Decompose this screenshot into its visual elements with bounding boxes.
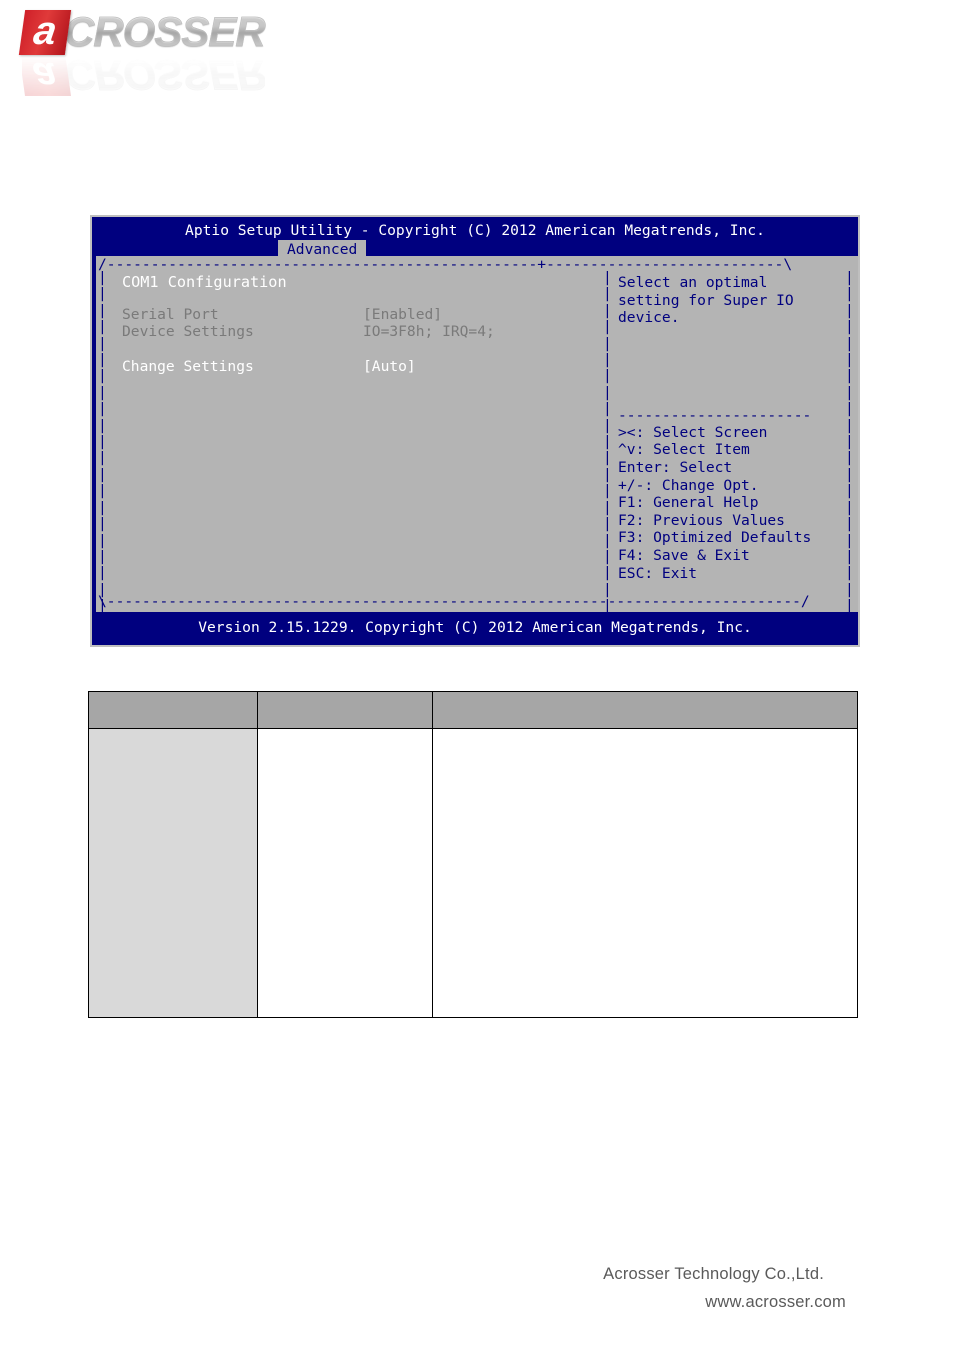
logo-reflection: a CROSSER bbox=[18, 52, 265, 100]
setting-label-serial-port: Serial Port bbox=[122, 305, 219, 323]
nav-key-select-item: ^v: Select Item bbox=[618, 441, 750, 459]
page-footer: Acrosser Technology Co.,Ltd. www.acrosse… bbox=[603, 1265, 846, 1312]
row-spacer bbox=[122, 341, 592, 358]
setting-row-device-settings: Device Settings IO=3F8h; IRQ=4; bbox=[122, 323, 592, 341]
frame-left-border: | | | | | | | | | | | | | | | | | | | | … bbox=[98, 269, 107, 615]
table-header-cell-2 bbox=[257, 691, 433, 729]
setting-value-serial-port: [Enabled] bbox=[363, 305, 443, 323]
settings-pane: COM1 Configuration Serial Port [Enabled]… bbox=[122, 273, 592, 376]
table-cell-1 bbox=[88, 728, 258, 1018]
bios-version-text: Version 2.15.1229. Copyright (C) 2012 Am… bbox=[198, 619, 752, 636]
footer-company-name: Acrosser Technology Co.,Ltd. bbox=[603, 1265, 824, 1283]
help-pane: Select an optimal setting for Super IO d… bbox=[618, 274, 850, 582]
bios-setup-screenshot: Aptio Setup Utility - Copyright (C) 2012… bbox=[90, 215, 860, 647]
logo-main: a CROSSER bbox=[18, 8, 266, 56]
logo-wordmark: CROSSER bbox=[64, 8, 266, 56]
setting-label-change-settings: Change Settings bbox=[122, 357, 254, 375]
frame-divider-border: | | | | | | | | | | | | | | | | | | | | … bbox=[603, 269, 612, 615]
bios-title: Aptio Setup Utility - Copyright (C) 2012… bbox=[185, 222, 765, 239]
table-row bbox=[88, 728, 858, 1018]
frame-bottom-border: \---------------------------------------… bbox=[98, 593, 810, 610]
bios-title-bar: Aptio Setup Utility - Copyright (C) 2012… bbox=[92, 217, 858, 261]
logo-a-mark: a bbox=[18, 9, 72, 55]
logo-a-mark-reflection: a bbox=[18, 52, 72, 99]
bios-status-bar: Version 2.15.1229. Copyright (C) 2012 Am… bbox=[92, 612, 858, 645]
table-header-row bbox=[88, 691, 858, 729]
setting-row-change-settings[interactable]: Change Settings [Auto] bbox=[122, 358, 592, 376]
nav-key-f4-save-exit: F4: Save & Exit bbox=[618, 546, 750, 564]
bios-content-area: /---------------------------------------… bbox=[96, 256, 858, 615]
help-separator: ---------------------- bbox=[618, 406, 812, 424]
nav-key-esc-exit: ESC: Exit bbox=[618, 564, 698, 582]
table-cell-2 bbox=[257, 728, 433, 1018]
nav-key-f1-general-help: F1: General Help bbox=[618, 494, 759, 512]
logo-wordmark-reflection: CROSSER bbox=[64, 52, 265, 100]
acrosser-logo: a CROSSER a CROSSER bbox=[18, 8, 322, 99]
setting-value-change-settings[interactable]: [Auto] bbox=[363, 358, 416, 376]
table-header-cell-1 bbox=[88, 691, 258, 729]
section-title-com1-configuration: COM1 Configuration bbox=[122, 273, 287, 291]
help-description: Select an optimal setting for Super IO d… bbox=[618, 274, 794, 327]
setting-row-serial-port[interactable]: Serial Port [Enabled] bbox=[122, 306, 592, 324]
frame-top-border: /---------------------------------------… bbox=[98, 256, 793, 273]
nav-key-change-opt: +/-: Change Opt. bbox=[618, 476, 759, 494]
nav-key-select-screen: ><: Select Screen bbox=[618, 423, 768, 441]
table-cell-3 bbox=[432, 728, 858, 1018]
nav-key-enter-select: Enter: Select bbox=[618, 458, 733, 476]
nav-key-f3-optimized-defaults: F3: Optimized Defaults bbox=[618, 529, 812, 547]
setting-value-device-settings: IO=3F8h; IRQ=4; bbox=[363, 323, 495, 341]
setting-label-device-settings: Device Settings bbox=[122, 323, 254, 341]
description-table bbox=[88, 691, 858, 1018]
table-header-cell-3 bbox=[432, 691, 858, 729]
nav-key-f2-previous-values: F2: Previous Values bbox=[618, 511, 785, 529]
footer-website-url[interactable]: www.acrosser.com bbox=[603, 1293, 846, 1312]
